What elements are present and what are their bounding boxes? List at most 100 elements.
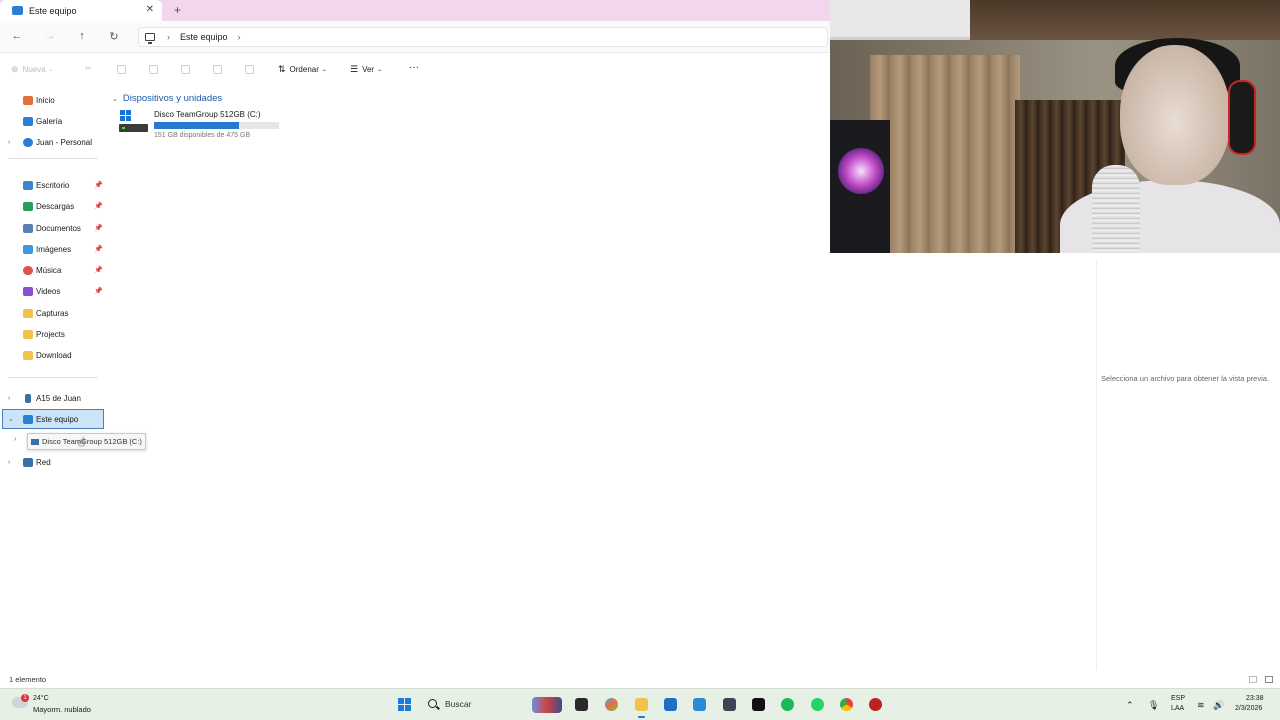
breadcrumb-item-este-equipo[interactable]: Este equipo [180, 32, 228, 42]
sidebar-item-juan-personal[interactable]: › Juan - Personal [0, 132, 106, 152]
volume-icon[interactable]: 🔊 [1213, 700, 1224, 711]
view-icon: ☰ [350, 64, 359, 74]
chevron-right-icon[interactable]: › [8, 459, 10, 466]
app-icon[interactable] [723, 698, 736, 711]
preview-divider[interactable] [1096, 260, 1097, 670]
sidebar-item-projects[interactable]: Projects [0, 324, 106, 344]
videos-icon [23, 286, 33, 296]
taskbar-search[interactable]: Buscar [422, 695, 562, 715]
microphone [1092, 165, 1140, 253]
webcam-overlay [830, 0, 1280, 253]
chevron-down-icon[interactable]: ⌄ [8, 415, 14, 423]
wifi-icon[interactable]: ≋ [1197, 700, 1205, 711]
sidebar-item-a15-de-juan[interactable]: › A15 de Juan [0, 388, 106, 408]
share-icon[interactable] [213, 65, 222, 74]
sidebar-item-musica[interactable]: Música 📌 [0, 260, 106, 280]
tab-este-equipo[interactable]: Este equipo ✕ [0, 0, 162, 21]
chevron-right-icon[interactable]: › [14, 436, 16, 443]
weather-temp[interactable]: 24°C [33, 695, 49, 702]
copilot-icon[interactable] [605, 698, 618, 711]
copy-icon[interactable] [117, 65, 126, 74]
home-icon [23, 95, 33, 105]
cloud-icon [23, 137, 33, 147]
search-icon [428, 699, 437, 708]
notification-badge: 1 [21, 694, 29, 702]
clock-date[interactable]: 2/3/2026 [1235, 705, 1262, 712]
pin-icon[interactable]: 📌 [94, 202, 103, 210]
clock-time[interactable]: 23:38 [1246, 695, 1264, 702]
network-icon [23, 457, 33, 467]
chrome-icon[interactable] [840, 698, 853, 711]
sidebar-item-capturas[interactable]: Capturas [0, 303, 106, 323]
chevron-right-icon[interactable]: › [238, 32, 241, 42]
more-options-button[interactable]: ··· [409, 62, 419, 73]
chevron-right-icon[interactable]: › [8, 395, 10, 402]
sidebar-item-label: A15 de Juan [36, 393, 81, 403]
sidebar-item-download[interactable]: Download [0, 345, 106, 365]
group-header[interactable]: ⌄ Dispositivos y unidades [112, 93, 222, 104]
chevron-down-icon[interactable]: ⌄ [112, 95, 118, 103]
close-icon[interactable]: ✕ [146, 4, 154, 15]
pin-icon[interactable]: 📌 [94, 287, 103, 295]
sidebar-item-descargas[interactable]: Descargas 📌 [0, 196, 106, 216]
details-view-icon[interactable] [1249, 676, 1257, 683]
up-button[interactable]: ↑ [75, 30, 89, 42]
sidebar-item-imagenes[interactable]: Imágenes 📌 [0, 239, 106, 259]
pin-icon[interactable]: 📌 [94, 245, 103, 253]
language-top[interactable]: ESP [1171, 695, 1185, 702]
epic-games-icon[interactable] [752, 698, 765, 711]
chevron-down-icon: ⌄ [377, 67, 383, 73]
weather-desc[interactable]: Mayorm. nublado [33, 705, 91, 714]
sidebar-item-inicio[interactable]: Inicio [0, 90, 106, 110]
sort-icon: ⇅ [278, 64, 286, 74]
store-icon[interactable] [664, 698, 677, 711]
file-explorer-icon[interactable] [635, 698, 648, 718]
chevron-up-icon[interactable]: ⌃ [1126, 700, 1134, 711]
taskbar: 1 24°C Mayorm. nublado Buscar ⌃ 🎙 ESP LA… [0, 688, 1280, 720]
delete-icon[interactable] [245, 65, 254, 74]
task-view-icon[interactable] [575, 698, 588, 711]
sort-button-label: Ordenar [289, 65, 319, 74]
sort-button[interactable]: ⇅ Ordenar ⌄ [278, 64, 331, 75]
app-red-icon[interactable] [869, 698, 882, 711]
pin-icon[interactable]: 📌 [94, 266, 103, 274]
chevron-right-icon[interactable]: › [8, 139, 10, 146]
drive-icon [119, 110, 148, 134]
new-button[interactable]: ⊕ Nueva ⌄ [11, 64, 58, 75]
sidebar-item-escritorio[interactable]: Escritorio 📌 [0, 175, 106, 195]
content-pane: ⌄ Dispositivos y unidades Disco TeamGrou… [108, 88, 830, 668]
new-tab-button[interactable]: + [174, 3, 181, 17]
back-button[interactable]: ← [10, 30, 24, 42]
whatsapp-icon[interactable] [811, 698, 824, 711]
paste-icon[interactable] [149, 65, 158, 74]
sidebar-item-galeria[interactable]: Galería [0, 111, 106, 131]
start-button[interactable] [398, 698, 411, 711]
chevron-right-icon[interactable]: › [167, 32, 170, 42]
tiles-view-icon[interactable] [1265, 676, 1273, 683]
pin-icon[interactable]: 📌 [94, 181, 103, 189]
spotify-icon[interactable] [781, 698, 794, 711]
cut-icon[interactable]: ✂ [85, 64, 92, 73]
forward-button[interactable]: → [43, 30, 57, 42]
pin-icon[interactable]: 📌 [94, 224, 103, 232]
drive-item-c[interactable]: Disco TeamGroup 512GB (C:) 151 GB dispon… [119, 108, 299, 142]
view-button[interactable]: ☰ Ver ⌄ [350, 64, 386, 75]
microphone-icon[interactable]: 🎙 [1148, 700, 1159, 711]
cursor-icon: ☝ [78, 435, 86, 449]
breadcrumb[interactable]: › Este equipo › [138, 27, 828, 47]
refresh-button[interactable]: ↻ [107, 30, 121, 43]
outlook-icon[interactable] [693, 698, 706, 711]
sidebar-item-videos[interactable]: Videos 📌 [0, 281, 106, 301]
pc-icon [12, 6, 23, 15]
sidebar-item-documentos[interactable]: Documentos 📌 [0, 218, 106, 238]
sidebar-item-este-equipo[interactable]: ⌄ Este equipo [2, 409, 104, 429]
group-title: Dispositivos y unidades [122, 93, 223, 104]
chevron-down-icon: ⌄ [48, 67, 54, 73]
ceiling [960, 0, 1280, 40]
sidebar-item-red[interactable]: › Red [0, 452, 106, 472]
sidebar-item-label: Documentos [36, 223, 81, 233]
address-bar: ← → ↑ ↻ › Este equipo › [0, 21, 830, 53]
rename-icon[interactable] [181, 65, 190, 74]
phone-icon [25, 393, 31, 403]
language-bottom[interactable]: LAA [1171, 705, 1184, 712]
